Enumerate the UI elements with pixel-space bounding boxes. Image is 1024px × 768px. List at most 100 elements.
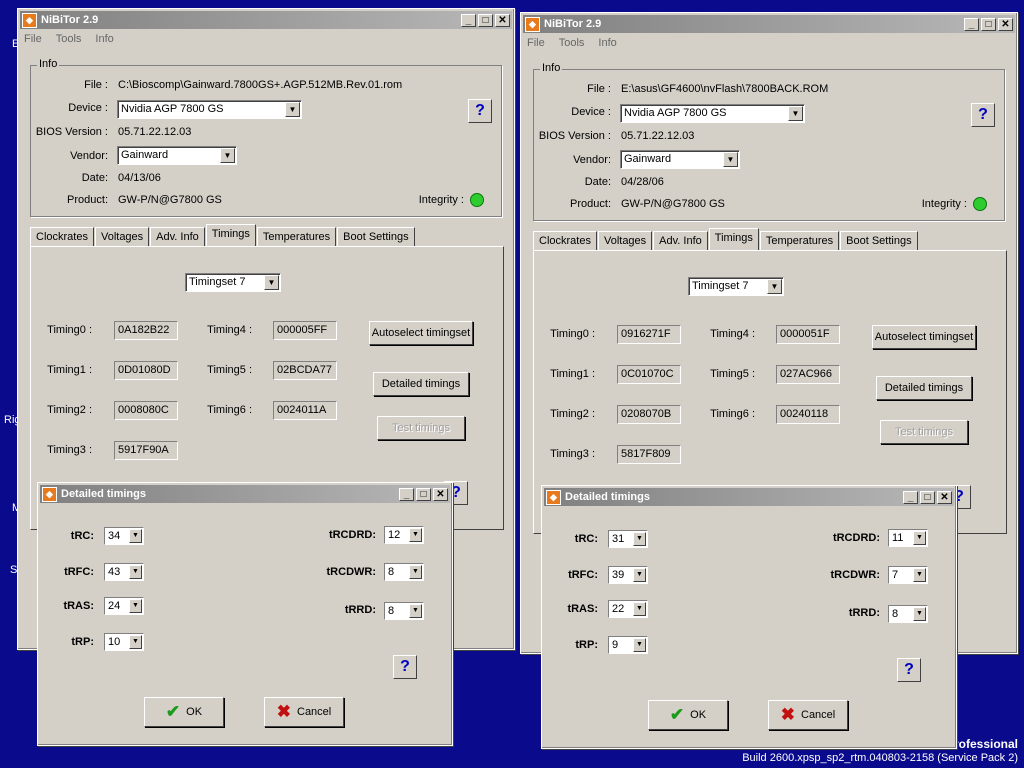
menu-tools[interactable]: Tools [559, 37, 585, 49]
tab-clockrates[interactable]: Clockrates [533, 231, 597, 250]
autoselect-timingset-button[interactable]: Autoselect timingset [369, 321, 473, 345]
minimize-icon[interactable]: _ [399, 487, 414, 501]
dialog-title: Detailed timings [61, 488, 146, 500]
timing3-field[interactable]: 5917F90A [114, 441, 178, 460]
title-bar[interactable]: ◆ NiBiTor 2.9 _ □ ✕ [20, 11, 512, 29]
trc-select[interactable]: 31 ▼ [608, 530, 648, 548]
integrity-indicator-icon [470, 193, 484, 207]
timing2-field[interactable]: 0008080C [114, 401, 178, 420]
menu-info[interactable]: Info [95, 33, 113, 45]
help-icon[interactable]: ? [468, 99, 492, 123]
date-label: Date: [81, 172, 108, 184]
device-select[interactable]: Nvidia AGP 7800 GS ▼ [117, 100, 302, 119]
maximize-icon[interactable]: □ [416, 487, 431, 501]
help-icon[interactable]: ? [971, 103, 995, 127]
timing1-field[interactable]: 0D01080D [114, 361, 178, 380]
timing6-label: Timing6 : [710, 408, 755, 420]
tras-select[interactable]: 24 ▼ [104, 597, 144, 615]
vendor-select[interactable]: Gainward ▼ [620, 150, 740, 169]
menu-file[interactable]: File [527, 37, 545, 49]
minimize-icon[interactable]: _ [964, 17, 979, 31]
help-icon[interactable]: ? [393, 655, 417, 679]
trcdrd-select[interactable]: 11 ▼ [888, 529, 928, 547]
tab-voltages[interactable]: Voltages [597, 231, 653, 250]
timing5-field[interactable]: 02BCDA77 [273, 361, 337, 380]
tab-temperatures[interactable]: Temperatures [759, 231, 840, 250]
vendor-select[interactable]: Gainward ▼ [117, 146, 237, 165]
detailed-timings-button[interactable]: Detailed timings [876, 376, 972, 400]
maximize-icon[interactable]: □ [478, 13, 493, 27]
timing6-field[interactable]: 00240118 [776, 405, 840, 424]
timingset-select[interactable]: Timingset 7 ▼ [185, 273, 281, 292]
timing1-field[interactable]: 0C01070C [617, 365, 681, 384]
trfc-label: tRFC: [64, 566, 94, 578]
trrd-select[interactable]: 8 ▼ [384, 602, 424, 620]
tab-boot-settings[interactable]: Boot Settings [337, 227, 415, 246]
timing6-label: Timing6 : [207, 404, 252, 416]
menu-tools[interactable]: Tools [56, 33, 82, 45]
autoselect-timingset-button[interactable]: Autoselect timingset [872, 325, 976, 349]
chevron-down-icon: ▼ [913, 568, 926, 582]
close-icon[interactable]: ✕ [433, 487, 448, 501]
maximize-icon[interactable]: □ [981, 17, 996, 31]
timing1-label: Timing1 : [550, 368, 595, 380]
close-icon[interactable]: ✕ [998, 17, 1013, 31]
minimize-icon[interactable]: _ [903, 490, 918, 504]
maximize-icon[interactable]: □ [920, 490, 935, 504]
timing4-field[interactable]: 0000051F [776, 325, 840, 344]
trc-select[interactable]: 34 ▼ [104, 527, 144, 545]
timing5-field[interactable]: 027AC966 [776, 365, 840, 384]
tras-select[interactable]: 22 ▼ [608, 600, 648, 618]
tab-timings[interactable]: Timings [708, 228, 759, 250]
timing3-field[interactable]: 5817F809 [617, 445, 681, 464]
minimize-icon[interactable]: _ [461, 13, 476, 27]
timing4-field[interactable]: 000005FF [273, 321, 337, 340]
menu-file[interactable]: File [24, 33, 42, 45]
device-select[interactable]: Nvidia AGP 7800 GS ▼ [620, 104, 805, 123]
cancel-button[interactable]: ✖ Cancel [768, 700, 848, 730]
tab-clockrates[interactable]: Clockrates [30, 227, 94, 246]
file-path: E:\asus\GF4600\nvFlash\7800BACK.ROM [621, 83, 829, 95]
window-title: NiBiTor 2.9 [41, 14, 99, 26]
build-text: Build 2600.xpsp_sp2_rtm.040803-2158 (Ser… [742, 752, 1018, 764]
dialog-title-bar[interactable]: ◆ Detailed timings _ □ ✕ [40, 485, 450, 503]
tab-adv-info[interactable]: Adv. Info [653, 231, 708, 250]
trp-select[interactable]: 10 ▼ [104, 633, 144, 651]
trfc-select[interactable]: 43 ▼ [104, 563, 144, 581]
tab-boot-settings[interactable]: Boot Settings [840, 231, 918, 250]
title-bar[interactable]: ◆ NiBiTor 2.9 _ □ ✕ [523, 15, 1015, 33]
trcdwr-select[interactable]: 7 ▼ [888, 566, 928, 584]
close-icon[interactable]: ✕ [495, 13, 510, 27]
tab-timings[interactable]: Timings [205, 224, 256, 246]
timing6-field[interactable]: 0024011A [273, 401, 337, 420]
tab-voltages[interactable]: Voltages [94, 227, 150, 246]
trrd-label: tRRD: [848, 607, 880, 619]
timing5-label: Timing5 : [710, 368, 755, 380]
timingset-select[interactable]: Timingset 7 ▼ [688, 277, 784, 296]
file-path: C:\Bioscomp\Gainward.7800GS+.AGP.512MB.R… [118, 79, 403, 91]
bios-label: BIOS Version : [538, 130, 611, 142]
trrd-select[interactable]: 8 ▼ [888, 605, 928, 623]
tab-temperatures[interactable]: Temperatures [256, 227, 337, 246]
timing2-field[interactable]: 0208070B [617, 405, 681, 424]
timing0-field[interactable]: 0A182B22 [114, 321, 178, 340]
help-icon[interactable]: ? [897, 658, 921, 682]
trp-select[interactable]: 9 ▼ [608, 636, 648, 654]
detailed-timings-button[interactable]: Detailed timings [373, 372, 469, 396]
ok-button[interactable]: ✔ OK [648, 700, 728, 730]
chevron-down-icon: ▼ [788, 106, 803, 121]
detailed-timings-dialog-left: ◆ Detailed timings _ □ ✕ tRC: 34 ▼ tRFC: … [37, 482, 453, 746]
menu-info[interactable]: Info [598, 37, 616, 49]
chevron-down-icon: ▼ [264, 275, 279, 290]
window-title: NiBiTor 2.9 [544, 18, 602, 30]
close-icon[interactable]: ✕ [937, 490, 952, 504]
trfc-select[interactable]: 39 ▼ [608, 566, 648, 584]
tab-adv-info[interactable]: Adv. Info [150, 227, 205, 246]
ok-button[interactable]: ✔ OK [144, 697, 224, 727]
cancel-button[interactable]: ✖ Cancel [264, 697, 344, 727]
trcdwr-select[interactable]: 8 ▼ [384, 563, 424, 581]
timing0-field[interactable]: 0916271F [617, 325, 681, 344]
trcdrd-select[interactable]: 12 ▼ [384, 526, 424, 544]
dialog-title-bar[interactable]: ◆ Detailed timings _ □ ✕ [544, 488, 954, 506]
tab-bar: Clockrates Voltages Adv. Info Timings Te… [30, 224, 416, 246]
